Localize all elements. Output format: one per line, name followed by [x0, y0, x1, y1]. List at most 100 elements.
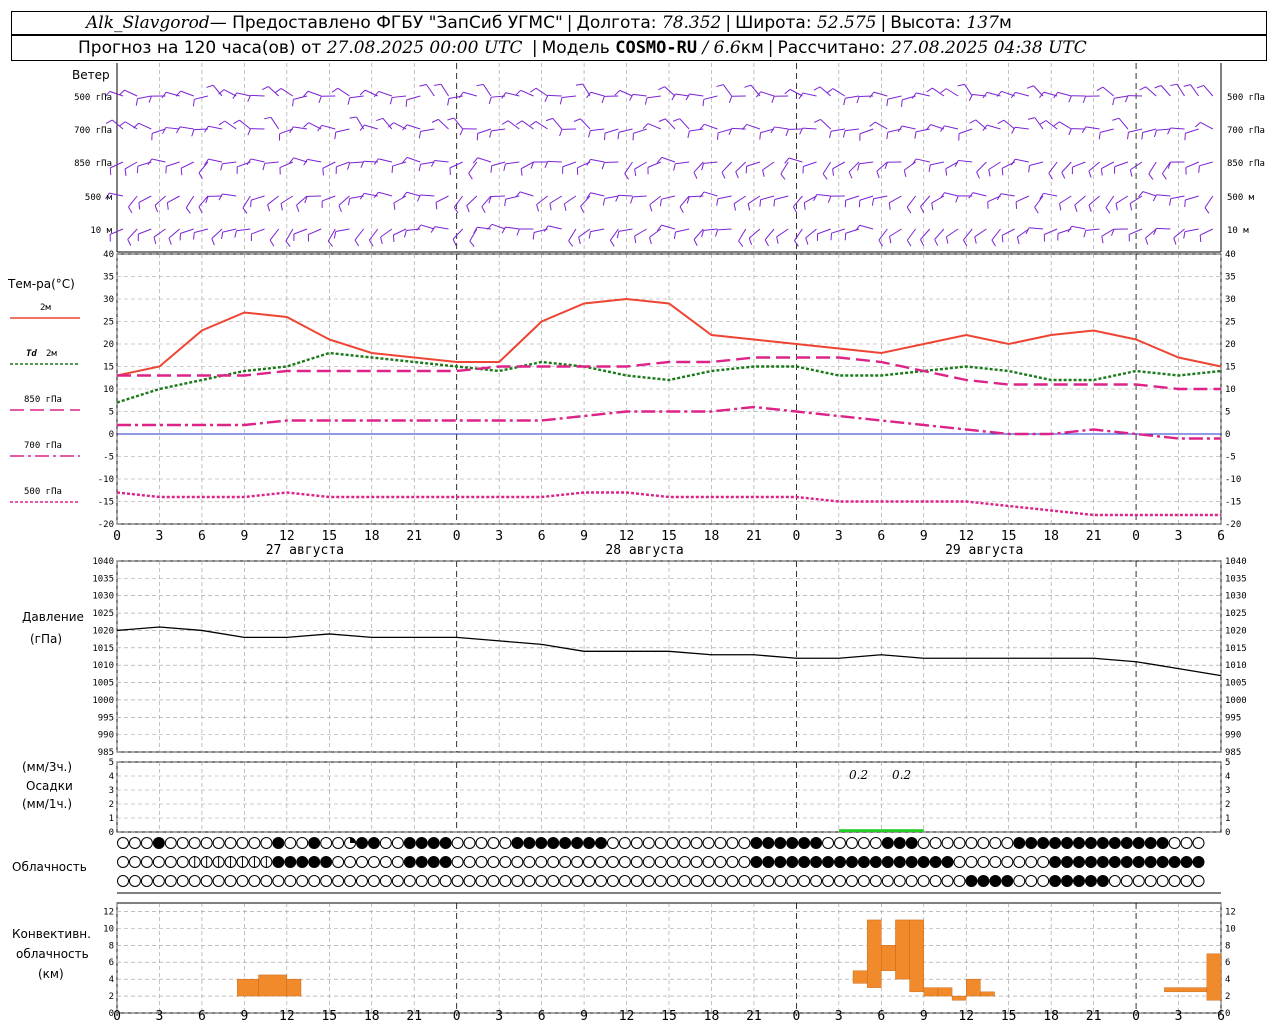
wind-barb-flag: [128, 206, 133, 214]
cloud-circle: [869, 837, 882, 849]
wind-barb-shaft: [887, 95, 902, 100]
wind-barb-shaft: [561, 95, 576, 99]
cloud-circle: [320, 856, 333, 868]
wind-barb-shaft: [632, 93, 647, 97]
cloud-circle: [427, 837, 440, 849]
cloud-circle: [690, 837, 703, 849]
cloud-cover-symbol: [451, 875, 464, 887]
cloud-cover-symbol: [606, 856, 619, 868]
cloud-cover-symbol: [606, 875, 619, 887]
y-tick-label-right: 3: [1225, 786, 1230, 796]
wind-barb-shaft: [168, 228, 180, 239]
cloud-circle: [810, 875, 823, 887]
wind-barb-shaft: [1156, 194, 1171, 197]
y-tick-label-right: 40: [1225, 250, 1236, 260]
wind-barb-flag: [1074, 204, 1078, 212]
wind-barb-flag: [393, 202, 396, 210]
wind-barb-flag: [759, 199, 762, 207]
x-hour-label: 15: [1001, 1009, 1017, 1024]
cloud-cover-symbol: [618, 837, 631, 849]
x-hour-label: 18: [1043, 1009, 1059, 1024]
wind-barb-shaft: [491, 223, 506, 230]
cloud-cover-symbol: [332, 856, 345, 868]
wind-barb-shaft: [972, 192, 987, 197]
wind-barb-shaft: [293, 126, 308, 130]
convective-bar: [1206, 953, 1222, 1001]
wind-barb-flag: [1112, 98, 1115, 106]
wind-barb-shaft: [661, 156, 676, 163]
cloud-cover-symbol: [1013, 837, 1026, 849]
cloud-circle: [224, 875, 237, 887]
wind-barb-flag: [453, 206, 459, 214]
wind-barb-shaft: [452, 228, 464, 240]
y-tick-label-left: 30: [103, 295, 114, 305]
cloud-circle: [523, 875, 536, 887]
wind-barb-shaft: [1145, 86, 1157, 97]
cloud-circle: [1156, 856, 1169, 868]
wind-barb-flag: [1001, 235, 1004, 243]
wind-barb-shaft: [774, 195, 789, 201]
wind-barb-flag: [588, 130, 591, 138]
cloud-cover-symbol: [188, 875, 201, 887]
wind-barb-flag: [1101, 236, 1104, 244]
cloud-cover-symbol: [798, 875, 811, 887]
cloud-cover-symbol: [857, 837, 870, 849]
cloud-circle: [415, 837, 428, 849]
cloud-circle: [1108, 875, 1121, 887]
x-hour-label: 6: [877, 1009, 885, 1024]
wind-barb-shaft: [915, 128, 930, 133]
wind-barb-flag: [1139, 86, 1146, 91]
wind-barb-shaft: [1017, 228, 1030, 238]
cloud-circle: [977, 875, 990, 887]
wind-barb-shaft: [633, 128, 647, 134]
cloud-cover-symbol: [726, 856, 739, 868]
wind-barb-flag: [391, 165, 394, 173]
wind-barb-flag: [988, 169, 991, 177]
cloud-circle: [248, 837, 261, 849]
cloud-cover-symbol: [176, 856, 189, 868]
cloud-cover-symbol: [989, 837, 1002, 849]
wind-barb-flag: [813, 86, 821, 91]
cloud-cover-symbol: [762, 837, 775, 849]
wind-barb-shaft: [859, 224, 874, 230]
wind-barb-shaft: [901, 125, 916, 130]
wind-barb-shaft: [338, 195, 350, 206]
cloud-cover-symbol: [451, 856, 464, 868]
cloud-circle: [953, 837, 966, 849]
wind-barb-flag: [218, 193, 223, 201]
cloud-cover-symbol: [547, 875, 560, 887]
wind-barb-shaft: [1071, 225, 1086, 230]
y-tick-label-left: 1040: [92, 557, 114, 567]
wind-barb-flag: [218, 120, 226, 126]
cloud-cover-symbol: [1061, 837, 1074, 849]
wind-barb-shaft: [1128, 128, 1143, 133]
wind-barb-shaft: [780, 161, 789, 175]
convective-bar: [286, 978, 302, 997]
wind-barb-shaft: [1015, 91, 1029, 97]
cloud-cover-symbol: [427, 875, 440, 887]
wind-barb-flag: [733, 203, 737, 211]
x-hour-label: 0: [792, 1009, 800, 1024]
cloud-cover-symbol: [1025, 875, 1038, 887]
cloud-cover-symbol: [391, 837, 404, 849]
y-tick-label-right: 12: [1225, 907, 1236, 917]
wind-barb-flag: [773, 199, 776, 207]
cloud-circle: [296, 856, 309, 868]
cloud-circle: [451, 875, 464, 887]
x-hour-label: 6: [877, 529, 885, 544]
cloud-cover-symbol: [678, 875, 691, 887]
cloud-circle: [487, 856, 500, 868]
cloud-circle: [618, 856, 631, 868]
x-hour-label: 6: [1217, 1009, 1225, 1024]
wind-barb-flag: [1082, 96, 1087, 104]
cloud-circle: [439, 875, 452, 887]
wind-barb-flag: [1034, 206, 1039, 214]
cloud-circle: [475, 875, 488, 887]
cloud-circle: [714, 837, 727, 849]
cloud-cover-symbol: [463, 875, 476, 887]
wind-barb-shaft: [564, 195, 577, 205]
cloud-circle: [176, 837, 189, 849]
wind-barb-shaft: [703, 161, 718, 164]
x-day-label: 29 августа: [945, 543, 1023, 558]
wind-barb-flag: [168, 237, 172, 245]
